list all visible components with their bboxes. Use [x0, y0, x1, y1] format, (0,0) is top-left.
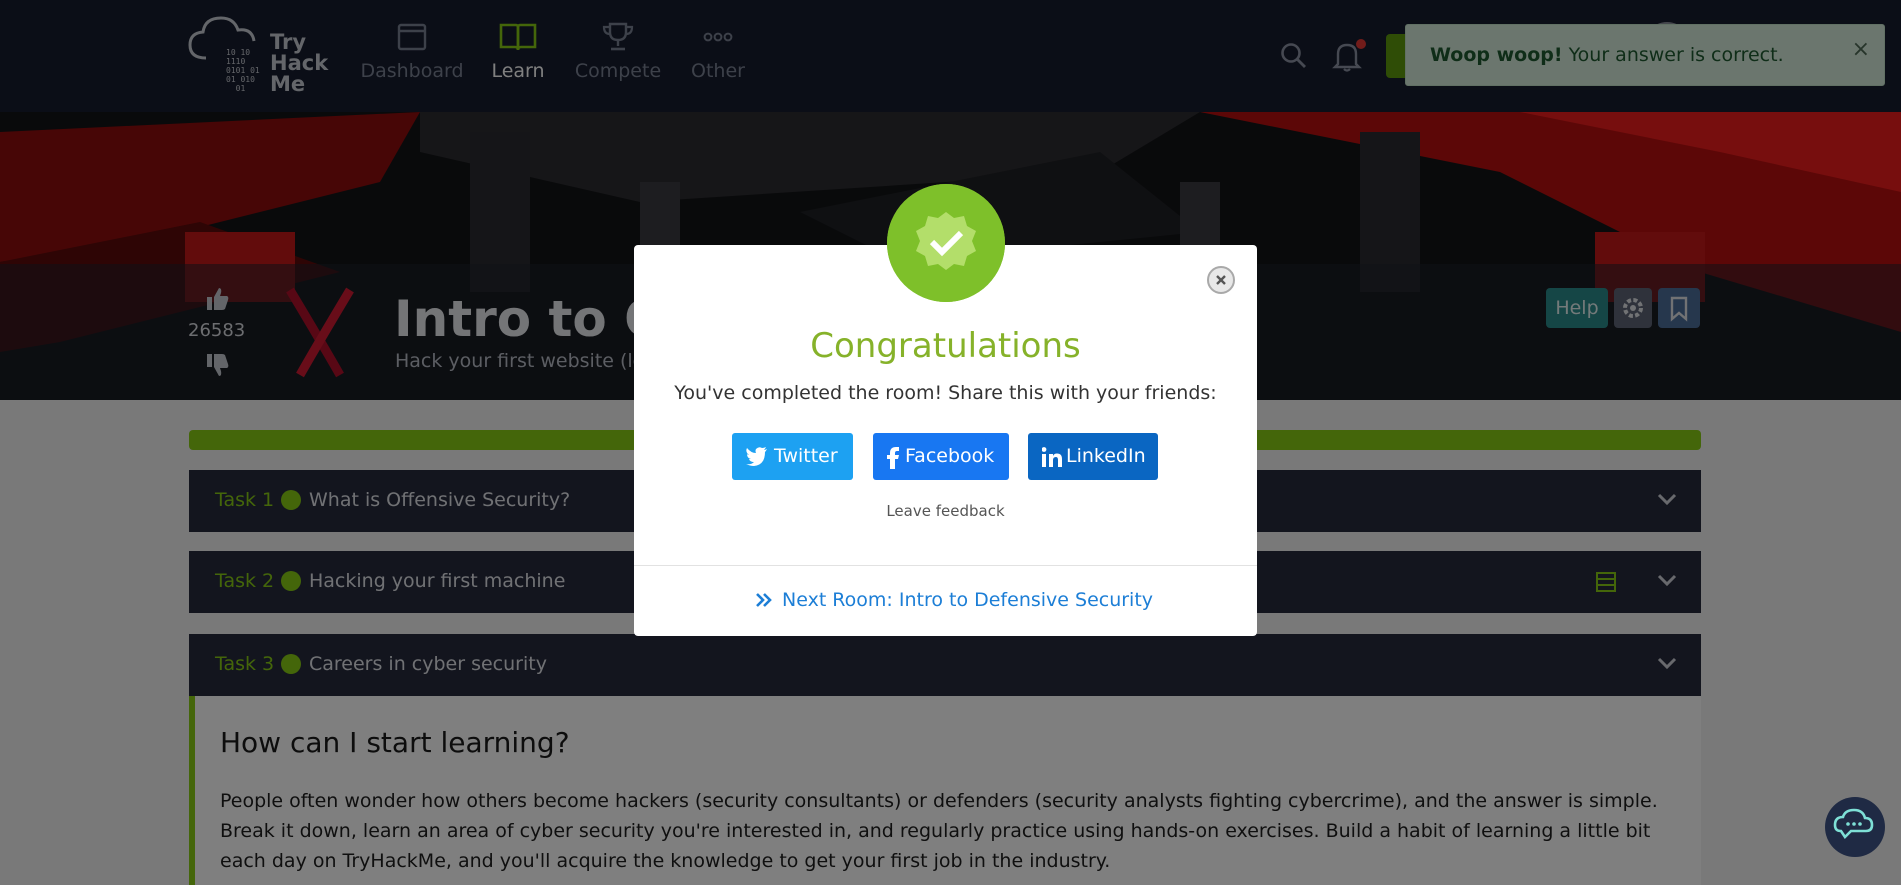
- success-badge: [887, 184, 1005, 302]
- badge-check-icon: [887, 184, 1005, 302]
- next-room-link[interactable]: Next Room: Intro to Defensive Security: [755, 589, 1153, 611]
- double-chevron-right-icon: [756, 593, 772, 607]
- share-twitter-button[interactable]: Twitter: [732, 433, 853, 480]
- close-icon: [1216, 275, 1226, 285]
- modal-title: Congratulations: [810, 326, 1081, 366]
- linkedin-icon: [1042, 447, 1062, 467]
- leave-feedback-link[interactable]: Leave feedback: [634, 502, 1257, 520]
- facebook-icon: [887, 447, 899, 469]
- linkedin-label: LinkedIn: [1066, 445, 1146, 467]
- chat-widget-button[interactable]: [1825, 797, 1885, 857]
- modal-divider: [634, 565, 1257, 566]
- next-room-label: Next Room: Intro to Defensive Security: [782, 589, 1154, 611]
- share-facebook-button[interactable]: Facebook: [873, 433, 1009, 480]
- twitter-icon: [746, 447, 767, 466]
- modal-message: You've completed the room! Share this wi…: [674, 382, 1217, 404]
- share-linkedin-button[interactable]: LinkedIn: [1028, 433, 1158, 480]
- chat-icon: [1833, 808, 1874, 840]
- modal-close-button[interactable]: [1207, 266, 1235, 294]
- twitter-label: Twitter: [774, 445, 838, 467]
- facebook-label: Facebook: [905, 445, 995, 467]
